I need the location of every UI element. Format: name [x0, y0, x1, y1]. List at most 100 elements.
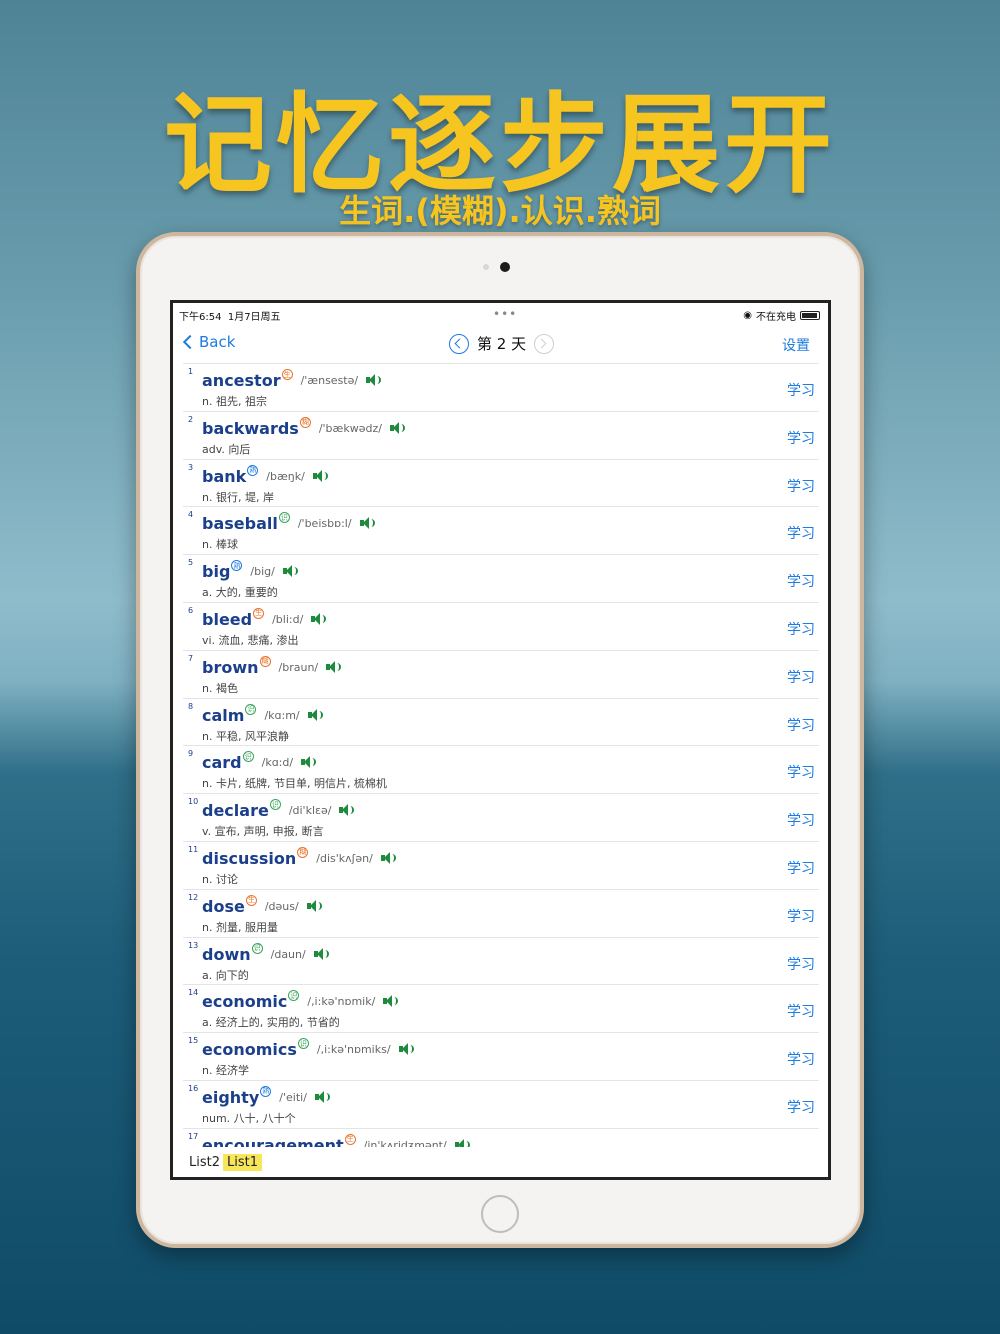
learn-button[interactable]: 学习: [787, 715, 815, 735]
learn-button[interactable]: 学习: [787, 619, 815, 639]
definition: a. 大的, 重要的: [202, 586, 278, 600]
status-badge[interactable]: 识: [245, 703, 257, 715]
learn-button[interactable]: 学习: [787, 1097, 815, 1117]
status-badge[interactable]: 熟: [247, 464, 259, 476]
word-text[interactable]: declare: [202, 801, 269, 820]
speaker-icon[interactable]: [380, 851, 396, 864]
speaker-icon[interactable]: [307, 708, 323, 721]
speaker-icon[interactable]: [383, 995, 399, 1008]
word-text[interactable]: bleed: [202, 610, 252, 629]
speaker-icon[interactable]: [282, 565, 298, 578]
speaker-icon[interactable]: [313, 947, 329, 960]
list-item[interactable]: 4 baseball 识 /'beisbɒ:l/n. 棒球 学习: [183, 506, 819, 555]
learn-button[interactable]: 学习: [787, 523, 815, 543]
learn-button[interactable]: 学习: [787, 1001, 815, 1021]
list-item[interactable]: 16 eighty 熟 /'eiti/num. 八十, 八十个 学习: [183, 1079, 819, 1128]
speaker-icon[interactable]: [339, 804, 355, 817]
learn-button[interactable]: 学习: [787, 858, 815, 878]
word-text[interactable]: backwards: [202, 419, 299, 438]
home-button[interactable]: [481, 1195, 519, 1233]
word-text[interactable]: eighty: [202, 1088, 259, 1107]
speaker-icon[interactable]: [389, 421, 405, 434]
phonetic: /braun/: [278, 660, 319, 674]
learn-button[interactable]: 学习: [787, 428, 815, 448]
speaker-icon[interactable]: [314, 1090, 330, 1103]
phonetic: /'bækwədz/: [318, 421, 382, 435]
word-text[interactable]: baseball: [202, 514, 278, 533]
word-text[interactable]: big: [202, 562, 230, 581]
speaker-icon[interactable]: [366, 374, 382, 386]
list-item[interactable]: 9 card 识/kɑ:d/n. 卡片, 纸牌, 节目单, 明信片, 梳棉机 学习: [183, 745, 819, 794]
status-badge[interactable]: 糊: [299, 416, 311, 428]
speaker-icon[interactable]: [306, 899, 322, 912]
status-badge[interactable]: 识: [297, 1038, 309, 1050]
multitask-dots-icon[interactable]: •••: [493, 307, 517, 321]
word-text[interactable]: bank: [202, 467, 246, 486]
learn-button[interactable]: 学习: [787, 571, 815, 591]
list-item[interactable]: 11 discussion 糊/dis'kʌʃən/n. 讨论 学习: [183, 840, 819, 889]
learn-button[interactable]: 学习: [787, 906, 815, 926]
status-badge[interactable]: 识: [288, 990, 300, 1002]
speaker-icon[interactable]: [326, 660, 342, 673]
word-text[interactable]: down: [202, 945, 251, 964]
list-item[interactable]: 6 bleed 生/bli:d/vi. 流血, 悲痛, 渗出 学习: [183, 601, 819, 650]
settings-button[interactable]: 设置: [782, 335, 810, 355]
list-item[interactable]: 1 ancestor 生 /'ænsestə/n. 祖先, 祖宗 学习: [183, 363, 819, 411]
prev-day-icon[interactable]: [449, 333, 469, 354]
definition: n. 褐色: [202, 681, 238, 695]
word-text[interactable]: economics: [202, 1040, 297, 1059]
phonetic: /bæŋk/: [266, 469, 305, 483]
speaker-icon[interactable]: [311, 612, 327, 625]
day-navigator: 第 2 天: [449, 333, 555, 354]
learn-button[interactable]: 学习: [787, 1049, 815, 1069]
list-item[interactable]: 14 economic 识 /,i:kə'nɒmik/a. 经济上的, 实用的, 节省…: [183, 984, 819, 1033]
status-badge[interactable]: 生: [245, 894, 257, 906]
status-badge[interactable]: 生: [344, 1133, 356, 1145]
next-day-icon[interactable]: [534, 333, 555, 354]
word-line: calm 识/kɑ:m/: [202, 703, 323, 725]
word-text[interactable]: brown: [202, 658, 259, 677]
list-item[interactable]: 3 bank 熟/bæŋk/n. 银行, 堤, 岸 学习: [183, 458, 819, 507]
speaker-icon[interactable]: [398, 1043, 414, 1056]
status-badge[interactable]: 识: [251, 942, 263, 954]
list-item[interactable]: 2 backwards 糊 /'bækwədz/adv. 向后 学习: [183, 410, 819, 459]
status-badge[interactable]: 识: [242, 751, 254, 763]
status-badge[interactable]: 熟: [231, 560, 243, 572]
word-line: bank 熟/bæŋk/: [202, 464, 328, 486]
learn-button[interactable]: 学习: [787, 810, 815, 830]
speaker-icon[interactable]: [359, 517, 375, 530]
learn-button[interactable]: 学习: [787, 762, 815, 782]
word-text[interactable]: calm: [202, 706, 244, 725]
phonetic: /'eiti/: [279, 1090, 307, 1104]
status-badge[interactable]: 识: [269, 799, 281, 811]
tab-list2[interactable]: List2: [185, 1154, 224, 1171]
word-text[interactable]: card: [202, 753, 242, 772]
word-text[interactable]: economic: [202, 992, 287, 1011]
list-item[interactable]: 7 brown 糊/braun/n. 褐色 学习: [183, 649, 819, 698]
word-text[interactable]: ancestor: [202, 371, 281, 390]
back-button[interactable]: Back: [182, 333, 235, 351]
word-text[interactable]: dose: [202, 897, 245, 916]
list-item[interactable]: 15 economics 识 /,i:kə'nɒmiks/n. 经济学 学习: [183, 1032, 819, 1080]
status-badge[interactable]: 糊: [259, 655, 271, 667]
status-badge[interactable]: 糊: [297, 846, 309, 858]
list-item[interactable]: 5 big 熟/big/a. 大的, 重要的 学习: [183, 554, 819, 602]
tab-list1[interactable]: List1: [223, 1154, 262, 1171]
learn-button[interactable]: 学习: [787, 476, 815, 496]
speaker-icon[interactable]: [312, 469, 328, 482]
learn-button[interactable]: 学习: [787, 667, 815, 687]
list-item[interactable]: 13 down 识/daun/a. 向下的 学习: [183, 936, 819, 985]
status-badge[interactable]: 识: [278, 512, 290, 524]
learn-button[interactable]: 学习: [787, 380, 815, 400]
learn-button[interactable]: 学习: [787, 954, 815, 974]
list-item[interactable]: 12 dose 生/dəus/n. 剂量, 服用量 学习: [183, 888, 819, 937]
status-badge[interactable]: 生: [281, 369, 293, 380]
battery-icon: [800, 311, 820, 320]
status-badge[interactable]: 熟: [260, 1085, 272, 1097]
speaker-icon[interactable]: [301, 756, 317, 769]
word-text[interactable]: discussion: [202, 849, 296, 868]
word-line: economics 识 /,i:kə'nɒmiks/: [202, 1038, 414, 1059]
list-item[interactable]: 10 declare 识/di'klεə/v. 宣布, 声明, 申报, 断言 学习: [183, 793, 819, 841]
list-item[interactable]: 8 calm 识/kɑ:m/n. 平稳, 风平浪静 学习: [183, 697, 819, 746]
status-badge[interactable]: 生: [253, 607, 265, 619]
